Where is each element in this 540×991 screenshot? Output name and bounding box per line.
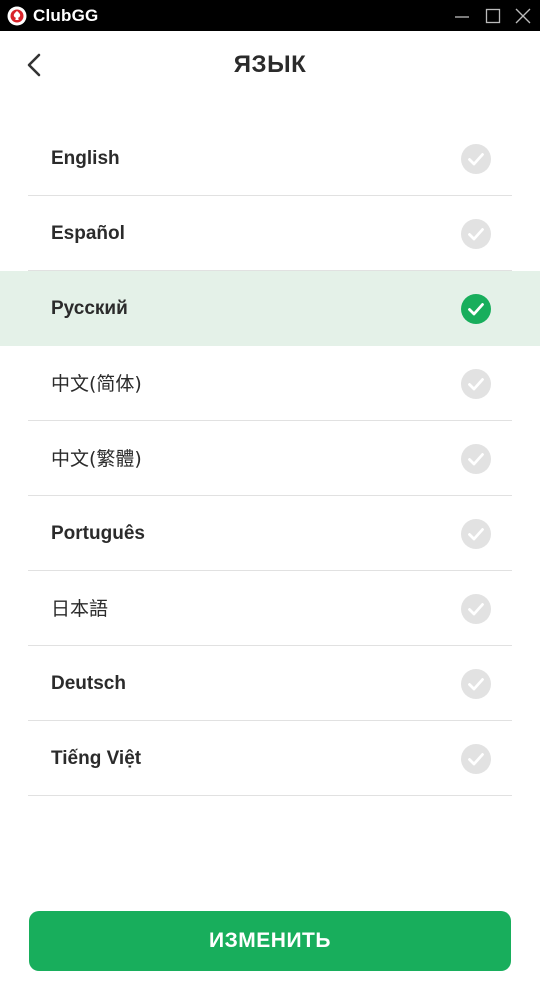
check-icon [461, 519, 491, 549]
clubgg-logo-icon [7, 6, 27, 26]
language-label: Deutsch [51, 673, 126, 694]
check-icon [461, 744, 491, 774]
language-item-chinese-simplified[interactable]: 中文(简体) [0, 346, 540, 421]
check-icon [461, 594, 491, 624]
check-icon [461, 669, 491, 699]
app-title: ClubGG [33, 6, 99, 25]
language-item-chinese-traditional[interactable]: 中文(繁體) [0, 421, 540, 496]
language-item-english[interactable]: English [0, 121, 540, 196]
language-list: English Español Русский 中文(简体) 中文(繁體) Po… [0, 121, 540, 796]
row-divider [28, 795, 512, 796]
check-icon [461, 144, 491, 174]
language-item-german[interactable]: Deutsch [0, 646, 540, 721]
check-selected-icon [461, 294, 491, 324]
language-label: Português [51, 523, 145, 544]
language-item-vietnamese[interactable]: Tiếng Việt [0, 721, 540, 796]
language-label: 中文(繁體) [51, 448, 142, 470]
language-label: Русский [51, 298, 128, 319]
window-title-bar: ClubGG [0, 0, 540, 31]
language-item-russian[interactable]: Русский [0, 271, 540, 346]
maximize-icon[interactable] [484, 7, 502, 25]
language-item-portuguese[interactable]: Português [0, 496, 540, 571]
page-header: ЯЗЫК [0, 31, 540, 101]
close-icon[interactable] [514, 7, 532, 25]
language-label: 日本語 [51, 598, 109, 620]
check-icon [461, 369, 491, 399]
change-language-button[interactable]: ИЗМЕНИТЬ [29, 911, 511, 971]
language-label: Español [51, 223, 125, 244]
check-icon [461, 219, 491, 249]
language-item-espanol[interactable]: Español [0, 196, 540, 271]
page-title: ЯЗЫК [233, 51, 307, 78]
language-label: 中文(简体) [51, 373, 142, 395]
language-label: Tiếng Việt [51, 748, 142, 769]
language-item-japanese[interactable]: 日本語 [0, 571, 540, 646]
language-label: English [51, 148, 120, 169]
check-icon [461, 444, 491, 474]
minimize-icon[interactable] [453, 7, 471, 25]
